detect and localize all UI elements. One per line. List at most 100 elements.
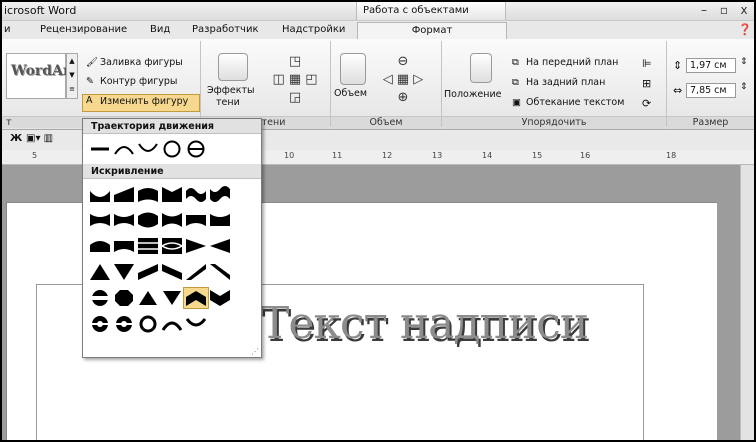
warp-chevron-down-icon[interactable] xyxy=(209,289,231,307)
path-circle-icon[interactable] xyxy=(161,140,183,158)
path-button-icon[interactable] xyxy=(185,140,207,158)
warp-circle-outline-icon[interactable] xyxy=(137,315,159,333)
warp-triangle-up-icon[interactable] xyxy=(89,185,111,203)
section-header-warp: Искривление xyxy=(83,164,261,179)
warp-triangle-small-icon[interactable] xyxy=(137,289,159,307)
close-button[interactable]: x xyxy=(736,3,752,17)
warp-arch-icon[interactable] xyxy=(137,185,159,203)
bring-front-icon: ⧉ xyxy=(512,57,519,68)
send-back-icon: ⧉ xyxy=(512,77,519,88)
warp-can-down-icon[interactable] xyxy=(113,211,135,229)
warp-inflate-bottom-icon[interactable] xyxy=(89,237,111,255)
text-wrap-button[interactable]: Обтекание текстом xyxy=(526,97,624,108)
align-icon[interactable]: ⊫ xyxy=(642,57,652,70)
bring-front-button[interactable]: На передний план xyxy=(526,57,618,68)
contextual-tab-title: Работа с объектами WordArt xyxy=(356,2,506,34)
ruler-mark: 12 xyxy=(382,151,393,160)
tab-view[interactable]: Вид xyxy=(150,24,170,35)
ruler-mark: 14 xyxy=(482,151,493,160)
warp-fade-up-icon[interactable] xyxy=(209,211,231,229)
width-spinner[interactable]: ⇕ xyxy=(740,82,748,92)
ruler-mark: 16 xyxy=(580,151,591,160)
ruler-mark: 18 xyxy=(666,151,677,160)
warp-deflate-bottom-icon[interactable] xyxy=(113,237,135,255)
minimize-button[interactable]: – xyxy=(696,3,712,17)
arrange-group-label: Упорядочить xyxy=(442,116,666,129)
warp-triangle-down-small-icon[interactable] xyxy=(161,289,183,307)
warp-arrow-left-icon[interactable] xyxy=(209,237,231,255)
word-window: icrosoft Word Работа с объектами WordArt… xyxy=(0,0,756,442)
width-icon: ⇔ xyxy=(673,84,683,97)
height-icon: ⇕ xyxy=(673,59,683,72)
warp-slant-down-icon[interactable] xyxy=(209,263,231,281)
shadow-effects-label-1: Эффекты xyxy=(207,85,255,96)
group-icon[interactable]: ⊞ xyxy=(642,77,651,90)
ruler-mark: 11 xyxy=(332,151,343,160)
warp-fade-down-icon[interactable] xyxy=(185,211,207,229)
section-header-path: Траектория движения xyxy=(83,119,261,134)
path-arch-up-icon[interactable] xyxy=(113,140,135,158)
warp-ring-inside-icon[interactable] xyxy=(89,315,111,333)
path-plain-icon[interactable] xyxy=(89,140,111,158)
tab-insert[interactable]: и xyxy=(4,24,11,35)
warp-wave-icon[interactable] xyxy=(185,185,207,203)
shadow-effects-icon[interactable] xyxy=(218,53,248,81)
3d-effects-icon[interactable] xyxy=(340,53,366,85)
warp-deflate-icon[interactable] xyxy=(161,211,183,229)
warp-octagon-icon[interactable] xyxy=(113,289,135,307)
group-separator xyxy=(441,41,442,127)
shadow-nudge-icons[interactable]: ◳ ◫ ▦ ◰ ◲ xyxy=(264,53,326,109)
wordart-text[interactable]: Текст надписи xyxy=(260,298,589,349)
width-field[interactable]: 7,85 см xyxy=(686,83,736,98)
warp-arc-up-icon[interactable] xyxy=(161,315,183,333)
change-shape-button[interactable]: Изменить фигуру xyxy=(100,96,188,107)
height-field[interactable]: 1,97 см xyxy=(686,58,736,73)
vertical-scrollbar[interactable] xyxy=(740,165,754,440)
warp-can-up-icon[interactable] xyxy=(89,211,111,229)
shape-fill-button[interactable]: Заливка фигуры xyxy=(100,57,183,68)
warp-stripes-icon[interactable] xyxy=(137,237,159,255)
warp-cascade-up-icon[interactable] xyxy=(137,263,159,281)
warp-wave2-icon[interactable] xyxy=(209,185,231,203)
ribbon-tabs: и Рецензирование Вид Разработчик Надстро… xyxy=(2,21,754,40)
resize-grip-icon[interactable]: ⋰ xyxy=(251,347,259,356)
shape-outline-icon: ✎ xyxy=(86,76,94,87)
warp-arc-down-icon[interactable] xyxy=(185,315,207,333)
warp-slant-icon[interactable] xyxy=(113,185,135,203)
3d-effects-button[interactable]: Объем xyxy=(334,88,367,99)
tab-developer[interactable]: Разработчик xyxy=(192,24,259,35)
path-arch-down-icon[interactable] xyxy=(137,140,159,158)
position-button[interactable]: Положение xyxy=(444,89,501,100)
toolbar-icons[interactable]: ▣▾ ▥ xyxy=(26,133,53,144)
height-spinner[interactable]: ⇕ xyxy=(740,57,748,67)
gallery-scroll[interactable]: ▲ ▼ ≡ xyxy=(66,53,78,99)
help-icon[interactable]: ❓ xyxy=(738,23,752,36)
wordart-style-gallery[interactable]: WordArt xyxy=(6,53,77,99)
group-separator xyxy=(330,41,331,127)
shape-outline-button[interactable]: Контур фигуры xyxy=(100,76,177,87)
warp-cascade-down-icon[interactable] xyxy=(161,263,183,281)
window-title: icrosoft Word xyxy=(4,4,77,17)
bold-button[interactable]: Ж xyxy=(10,133,22,144)
group-separator xyxy=(666,41,667,127)
send-back-button[interactable]: На задний план xyxy=(526,77,605,88)
warp-chevron-up-icon[interactable] xyxy=(185,289,207,307)
ruler-mark: 10 xyxy=(284,151,295,160)
warp-triangle-inverted-icon[interactable] xyxy=(113,263,135,281)
position-icon[interactable] xyxy=(470,53,492,83)
3d-tilt-icons[interactable]: ⊖ ◁ ▦ ▷ ⊕ xyxy=(370,53,436,109)
rotate-icon[interactable]: ⟳ xyxy=(642,97,651,110)
warp-slant-up-icon[interactable] xyxy=(185,263,207,281)
warp-button-icon[interactable] xyxy=(89,289,111,307)
warp-inflate-icon[interactable] xyxy=(137,211,159,229)
tab-review[interactable]: Рецензирование xyxy=(40,24,127,35)
tab-addins[interactable]: Надстройки xyxy=(282,24,345,35)
maximize-button[interactable]: ▫ xyxy=(716,3,732,17)
warp-bulge-icon[interactable] xyxy=(161,237,183,255)
warp-triangle-icon[interactable] xyxy=(89,263,111,281)
warp-arrow-right-icon[interactable] xyxy=(185,237,207,255)
warp-ring-outside-icon[interactable] xyxy=(113,315,135,333)
ruler-mark: 13 xyxy=(432,151,443,160)
tab-format[interactable]: Формат xyxy=(357,22,507,40)
warp-chevron-icon[interactable] xyxy=(161,185,183,203)
